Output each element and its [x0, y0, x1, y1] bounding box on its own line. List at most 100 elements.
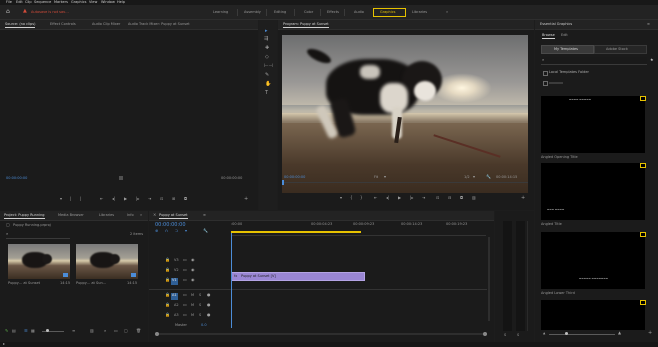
- solo-button[interactable]: S: [199, 313, 201, 318]
- timeline-scrollbar-v[interactable]: [488, 237, 490, 321]
- eye-icon[interactable]: ◉: [191, 278, 195, 282]
- program-title[interactable]: Program: Puppy at Sunset: [283, 22, 329, 28]
- template-thumb[interactable]: ▬▬▬ ▬▬▬▬: [541, 163, 645, 220]
- go-to-out-icon[interactable]: ⇥: [148, 197, 151, 201]
- go-to-in-icon[interactable]: |: [80, 197, 81, 201]
- snap-icon[interactable]: ∩: [165, 229, 168, 233]
- clear-icon[interactable]: 🗑: [136, 329, 141, 333]
- menu-file[interactable]: File: [6, 0, 12, 5]
- clip-thumbnail[interactable]: [76, 244, 138, 279]
- step-back-icon[interactable]: ◂|: [386, 196, 389, 200]
- track-output-icon[interactable]: ▭: [183, 303, 187, 307]
- icon-view-icon[interactable]: ▦: [31, 329, 35, 333]
- extract-icon[interactable]: ⊟: [448, 196, 451, 200]
- mark-in-icon[interactable]: ▾: [60, 197, 62, 201]
- filter-checkbox[interactable]: [543, 81, 548, 86]
- menu-view[interactable]: View: [89, 0, 97, 5]
- timeline-clip[interactable]: fx Puppy at Sunset [V]: [231, 272, 365, 281]
- solo-button[interactable]: S: [199, 303, 201, 308]
- settings-icon[interactable]: 🔧: [486, 175, 491, 179]
- workspace-editing[interactable]: Editing: [274, 10, 286, 15]
- resolution-dropdown-icon[interactable]: ▾: [473, 175, 475, 179]
- list-view-icon[interactable]: ☰: [24, 329, 28, 333]
- source-button[interactable]: [119, 176, 123, 180]
- track-output-icon[interactable]: ▭: [183, 258, 187, 262]
- template-thumb[interactable]: [541, 300, 645, 330]
- tab-edit[interactable]: Edit: [561, 33, 568, 38]
- workspace-assembly[interactable]: Assembly: [244, 10, 261, 15]
- timeline-ruler[interactable]: :00:00 00:00:04:23 00:00:09:23 00:00:14:…: [231, 221, 486, 236]
- automate-icon[interactable]: ▥: [90, 329, 94, 333]
- add-button-icon[interactable]: +: [521, 196, 525, 201]
- new-bin-icon[interactable]: ▭: [114, 329, 118, 333]
- track-select-icon[interactable]: ⇶: [264, 37, 268, 42]
- step-forward-icon[interactable]: |▸: [410, 196, 413, 200]
- lock-icon[interactable]: ▤: [12, 329, 16, 333]
- tab-audio-clip-mixer[interactable]: Audio Clip Mixer: [92, 22, 120, 27]
- linked-icon[interactable]: ⊃: [175, 229, 178, 233]
- menu-help[interactable]: Help: [117, 0, 125, 5]
- eg-title[interactable]: Essential Graphics: [540, 22, 572, 27]
- timeline-tab[interactable]: Puppy at Sunset: [159, 213, 188, 219]
- tab-info[interactable]: Info: [127, 213, 134, 218]
- menu-sequence[interactable]: Sequence: [34, 0, 51, 5]
- solo-button[interactable]: S: [199, 293, 201, 298]
- menu-window[interactable]: Window: [101, 0, 115, 5]
- find-icon[interactable]: ⌕: [104, 329, 106, 333]
- toggle-sync-lock-icon[interactable]: 🔒: [165, 258, 170, 262]
- tabs-overflow[interactable]: »: [140, 213, 142, 218]
- workspace-overflow[interactable]: »: [446, 10, 448, 15]
- mute-button[interactable]: M: [191, 303, 194, 308]
- write-on-icon[interactable]: ✎: [5, 329, 8, 333]
- meter-solo-left[interactable]: S: [504, 333, 506, 338]
- go-to-out-icon[interactable]: ⇥: [422, 196, 425, 200]
- close-icon[interactable]: ×: [153, 213, 156, 217]
- export-frame-icon[interactable]: ◘: [184, 197, 187, 201]
- template-thumb[interactable]: ▬▬▬▬▬ ▬▬▬▬▬▬▬: [541, 232, 645, 289]
- mark-out-icon[interactable]: }: [360, 196, 363, 200]
- play-icon[interactable]: ▶: [398, 196, 401, 200]
- settings-icon[interactable]: 🔧: [203, 229, 208, 233]
- step-back-icon[interactable]: ◂|: [112, 197, 115, 201]
- source-timecode-left[interactable]: 00:00:00:00: [6, 176, 27, 181]
- toggle-sync-lock-icon[interactable]: 🔒: [165, 268, 170, 272]
- overwrite-icon[interactable]: ⊞: [172, 197, 175, 201]
- toggle-sync-lock-icon[interactable]: 🔒: [165, 303, 170, 307]
- tab-media-browser[interactable]: Media Browser: [58, 213, 84, 218]
- program-timecode[interactable]: 00:00:00:00: [284, 175, 305, 180]
- timeline-menu-icon[interactable]: ≡: [203, 213, 206, 218]
- meter-solo-right[interactable]: S: [517, 333, 519, 338]
- workspace-color[interactable]: Color: [304, 10, 313, 15]
- tab-project[interactable]: Project: Puppy Running: [4, 213, 45, 219]
- filter-checkbox[interactable]: [543, 71, 548, 76]
- menu-clip[interactable]: Clip: [25, 0, 32, 5]
- mark-out-icon[interactable]: |: [70, 197, 71, 201]
- timeline-scroll-thumb[interactable]: [155, 332, 159, 336]
- menu-edit[interactable]: Edit: [16, 0, 23, 5]
- adobe-stock-button[interactable]: Adobe Stock: [594, 45, 647, 54]
- playhead-line[interactable]: [231, 233, 232, 328]
- toggle-sync-lock-icon[interactable]: 🔒: [165, 313, 170, 317]
- program-scrubber[interactable]: [282, 182, 528, 183]
- my-templates-button[interactable]: My Templates: [541, 45, 594, 54]
- eye-icon[interactable]: ◉: [191, 258, 195, 262]
- autosave-warning[interactable]: Autosave is not sav…: [31, 10, 69, 15]
- workspace-effects[interactable]: Effects: [327, 10, 339, 15]
- go-to-in-icon[interactable]: ⇤: [100, 197, 103, 201]
- eg-zoom-slider[interactable]: [549, 334, 615, 335]
- hand-tool-icon[interactable]: ✋: [265, 82, 271, 87]
- mute-button[interactable]: M: [191, 313, 194, 318]
- add-marker-icon[interactable]: ▾: [185, 229, 187, 233]
- type-tool-icon[interactable]: T: [265, 91, 268, 96]
- slip-tool-icon[interactable]: ⊢⊣: [264, 64, 273, 69]
- track-output-icon[interactable]: ▭: [183, 268, 187, 272]
- master-track-value[interactable]: 0.0: [201, 323, 207, 328]
- tab-source[interactable]: Source: (no clips): [5, 22, 36, 28]
- clip-thumbnail[interactable]: [8, 244, 70, 279]
- zoom-handle[interactable]: [46, 329, 49, 332]
- sort-icon[interactable]: ≡: [72, 329, 75, 333]
- playhead-marker[interactable]: [282, 180, 284, 185]
- mark-in-icon[interactable]: {: [350, 196, 353, 200]
- play-icon[interactable]: ▶: [124, 197, 127, 201]
- tab-audio-track-mixer[interactable]: Audio Track Mixer: Puppy at Sunset: [128, 22, 190, 27]
